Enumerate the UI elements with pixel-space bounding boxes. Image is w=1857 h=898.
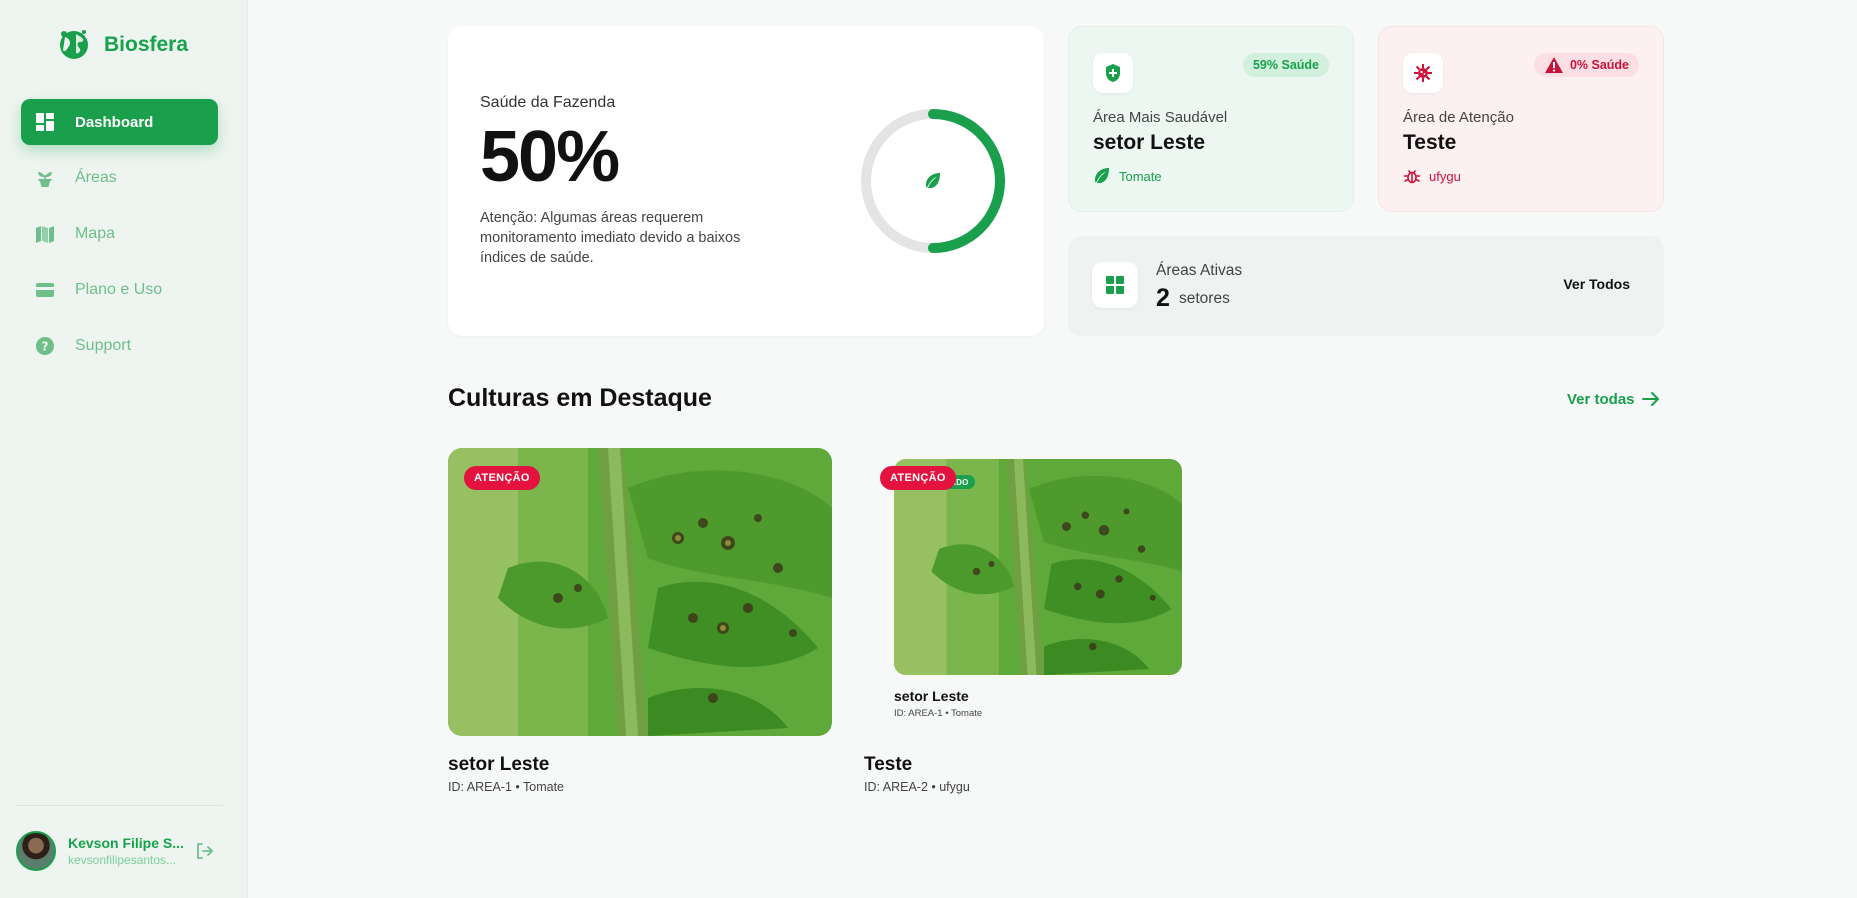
user-name: Kevson Filipe S... bbox=[68, 835, 184, 851]
sidebar-item-dashboard[interactable]: Dashboard bbox=[21, 99, 218, 145]
user-profile[interactable]: Kevson Filipe S... kevsonfilipesantos... bbox=[16, 830, 226, 872]
sidebar-item-label: Support bbox=[75, 337, 132, 354]
crop-name: Tomate bbox=[1119, 168, 1162, 184]
grid-icon bbox=[1092, 262, 1138, 308]
virus-icon bbox=[1403, 53, 1443, 93]
map-icon bbox=[35, 224, 55, 244]
dashboard-icon bbox=[35, 112, 55, 132]
healthiest-area-crop: Tomate bbox=[1093, 167, 1162, 185]
brand-name: Biosfera bbox=[104, 33, 189, 56]
shield-icon bbox=[1093, 53, 1133, 93]
active-areas-label: Áreas Ativas bbox=[1156, 262, 1243, 279]
brand[interactable]: Biosfera bbox=[56, 28, 188, 62]
avatar[interactable] bbox=[16, 831, 56, 871]
status-badge: ATENÇÃO bbox=[880, 466, 956, 490]
attention-area-card[interactable]: 0% Saúde Área de Atenção Teste ufygu bbox=[1378, 26, 1664, 212]
health-value: 50% bbox=[480, 117, 620, 197]
plant-pot-icon bbox=[35, 168, 55, 188]
sidebar-item-label: Plano e Uso bbox=[75, 281, 163, 298]
crop-name: ufygu bbox=[1429, 168, 1461, 184]
globe-logo-icon bbox=[60, 30, 88, 59]
sidebar-item-label: Áreas bbox=[75, 169, 117, 186]
warning-icon bbox=[1544, 57, 1563, 73]
health-badge-text: 0% Saúde bbox=[1569, 58, 1629, 72]
healthiest-area-name: setor Leste bbox=[1093, 131, 1206, 154]
active-areas-count: 2 bbox=[1156, 284, 1170, 312]
user-email: kevsonfilipesantos... bbox=[68, 853, 177, 867]
attention-area-name: Teste bbox=[1403, 131, 1457, 154]
sidebar: Biosfera Dashboard Áreas Mapa Plano e Us… bbox=[0, 0, 248, 898]
sidebar-item-map[interactable]: Mapa bbox=[21, 211, 218, 257]
help-icon: ? bbox=[35, 336, 55, 356]
crop-card-name[interactable]: setor Leste bbox=[448, 754, 549, 776]
user-info: Kevson Filipe S... kevsonfilipesantos... bbox=[68, 835, 186, 867]
sidebar-divider bbox=[16, 805, 223, 806]
crop-card-name[interactable]: Teste bbox=[864, 754, 912, 776]
status-badge: ATENÇÃO bbox=[464, 466, 540, 490]
see-all-button[interactable]: Ver Todos bbox=[1563, 276, 1630, 292]
see-all-crops-label: Ver todas bbox=[1567, 390, 1635, 408]
logout-icon[interactable] bbox=[194, 841, 214, 861]
leaf-photo bbox=[448, 448, 832, 736]
farm-health-card: Saúde da Fazenda 50% Atenção: Algumas ár… bbox=[448, 26, 1044, 336]
arrow-right-icon bbox=[1641, 392, 1659, 406]
svg-text:?: ? bbox=[42, 340, 49, 354]
crop-card-meta: ID: AREA-2 • ufygu bbox=[864, 780, 970, 794]
leaf-icon bbox=[926, 173, 940, 189]
sidebar-item-support[interactable]: ? Support bbox=[21, 323, 218, 369]
leaf-icon bbox=[1095, 168, 1109, 184]
see-all-crops-link[interactable]: Ver todas bbox=[1567, 390, 1661, 408]
sidebar-item-plan[interactable]: Plano e Uso bbox=[21, 267, 218, 313]
crop-card-meta: ID: AREA-1 • Tomate bbox=[448, 780, 564, 794]
sidebar-item-areas[interactable]: Áreas bbox=[21, 155, 218, 201]
crop-card-meta: ID: AREA-1 • Tomate bbox=[894, 708, 983, 719]
active-areas-unit: setores bbox=[1179, 290, 1230, 307]
section-title: Culturas em Destaque bbox=[448, 384, 712, 412]
health-title: Saúde da Fazenda bbox=[480, 94, 616, 111]
attention-area-crop: ufygu bbox=[1403, 167, 1461, 185]
crop-image[interactable] bbox=[448, 448, 832, 736]
sidebar-item-label: Dashboard bbox=[75, 113, 154, 131]
health-badge: 59% Saúde bbox=[1242, 53, 1329, 77]
active-areas-card: Áreas Ativas 2 setores Ver Todos bbox=[1068, 236, 1664, 336]
crop-card-name: setor Leste bbox=[894, 688, 969, 704]
healthiest-area-label: Área Mais Saudável bbox=[1093, 109, 1228, 126]
sidebar-nav: Dashboard Áreas Mapa Plano e Uso ? Suppo… bbox=[21, 99, 218, 379]
card-icon bbox=[35, 280, 55, 300]
leaf-photo bbox=[894, 459, 1182, 675]
bug-icon bbox=[1403, 170, 1421, 184]
health-message: Atenção: Algumas áreas requerem monitora… bbox=[480, 210, 741, 266]
sidebar-item-label: Mapa bbox=[75, 225, 116, 242]
attention-area-label: Área de Atenção bbox=[1403, 109, 1514, 126]
healthiest-area-card[interactable]: 59% Saúde Área Mais Saudável setor Leste… bbox=[1068, 26, 1354, 212]
crop-image[interactable] bbox=[894, 459, 1182, 675]
health-badge: 0% Saúde bbox=[1533, 53, 1639, 77]
health-progress-ring bbox=[861, 109, 1005, 253]
